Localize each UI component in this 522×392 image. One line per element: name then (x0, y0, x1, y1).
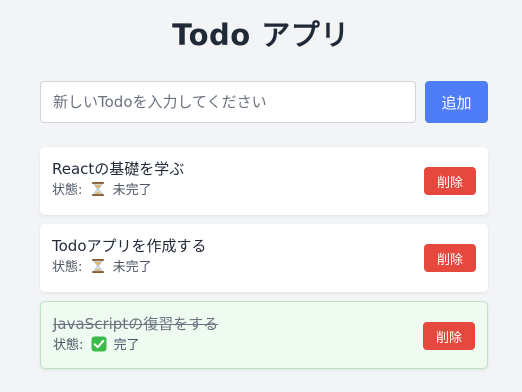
page-title: Todo アプリ (172, 18, 350, 52)
todo-status: 状態: 未完了 (52, 181, 476, 200)
todo-input[interactable] (40, 81, 416, 123)
status-text: 未完了 (112, 183, 152, 198)
todo-status: 状態: 完了 (53, 336, 475, 355)
status-text: 完了 (113, 338, 140, 353)
todo-status: 状態: 未完了 (52, 258, 476, 277)
status-label: 状態: (53, 338, 84, 353)
todo-text: JavaScriptの復習をする (53, 315, 219, 333)
delete-button[interactable]: 削除 (424, 244, 476, 272)
todo-text: Reactの基礎を学ぶ (52, 160, 185, 178)
delete-button[interactable]: 削除 (424, 167, 476, 195)
status-label: 状態: (52, 183, 83, 198)
todo-item-completed: JavaScriptの復習をする 状態: 完了 削除 (40, 301, 488, 369)
delete-button[interactable]: 削除 (423, 322, 475, 350)
check-icon (91, 336, 107, 352)
todo-item: Todoアプリを作成する 状態: 未完了 削除 (40, 224, 488, 292)
add-button[interactable]: 追加 (425, 81, 488, 123)
todo-form: 追加 (40, 81, 488, 123)
status-label: 状態: (52, 260, 83, 275)
todo-text: Todoアプリを作成する (52, 237, 207, 255)
status-text: 未完了 (112, 260, 152, 275)
todo-item: Reactの基礎を学ぶ 状態: 未完了 削除 (40, 147, 488, 215)
todo-list: Reactの基礎を学ぶ 状態: 未完了 削除 Todoアプリを作成する 状態: (40, 147, 488, 378)
todo-app: Todo アプリ 追加 Reactの基礎を学ぶ 状態: 未完了 削除 Todoア… (0, 0, 522, 392)
hourglass-icon (91, 259, 104, 273)
hourglass-icon (91, 182, 104, 196)
